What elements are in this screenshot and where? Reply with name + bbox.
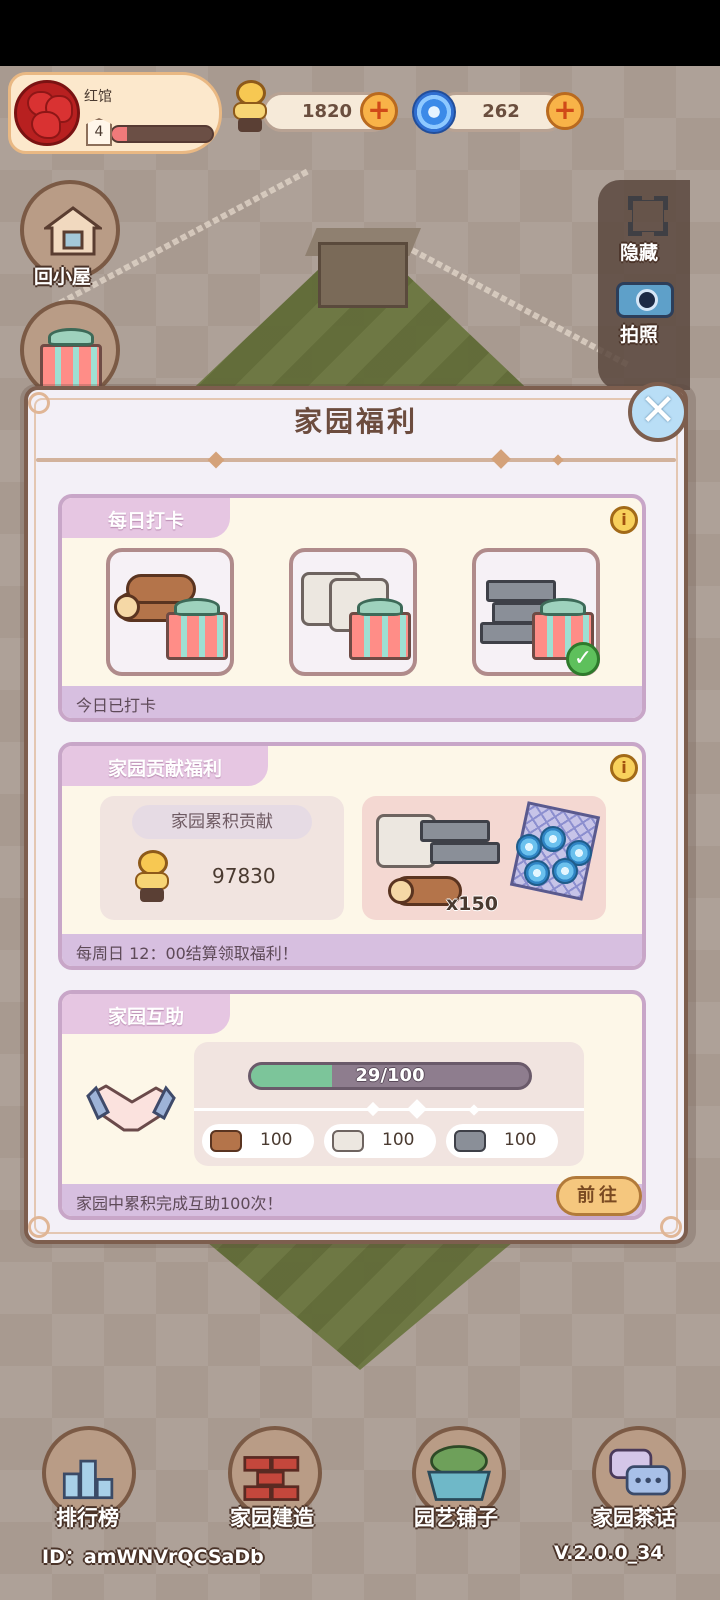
milestone-divider bbox=[194, 1108, 584, 1111]
contribution-info-button[interactable]: i bbox=[610, 754, 638, 782]
claimed-check-icon: ✓ bbox=[566, 642, 600, 676]
corner-ornament bbox=[660, 1216, 682, 1238]
nav-label-build[interactable]: 家园建造 bbox=[230, 1502, 314, 1532]
snail-coin-icon bbox=[230, 80, 270, 132]
daily-checkin-status: 今日已打卡 bbox=[62, 686, 642, 718]
daily-checkin-tab: 每日打卡 bbox=[62, 498, 231, 538]
handshake-icon bbox=[86, 1084, 176, 1132]
cloud-orb-icon bbox=[516, 834, 542, 860]
snail-coin-icon bbox=[132, 850, 172, 902]
add-swirl-gem-button[interactable]: + bbox=[546, 92, 584, 130]
reward-quantity: x150 bbox=[446, 893, 498, 915]
gift-bow-icon bbox=[540, 598, 586, 616]
contribution-value: 97830 bbox=[212, 864, 276, 888]
rose-avatar[interactable] bbox=[14, 80, 80, 146]
status-bar bbox=[0, 0, 720, 66]
app-version: V.2.0.0_34 bbox=[554, 1542, 664, 1564]
cloud-orb-icon bbox=[552, 858, 578, 884]
daily-reward-wood[interactable] bbox=[106, 548, 234, 676]
material-amount: 100 bbox=[260, 1130, 293, 1150]
swirl-gem-icon bbox=[412, 90, 456, 134]
contribution-label: 家园累积贡献 bbox=[132, 805, 312, 839]
daily-reward-cement[interactable] bbox=[289, 548, 417, 676]
close-button[interactable]: ✕ bbox=[628, 382, 688, 442]
hide-label[interactable]: 隐藏 bbox=[620, 238, 658, 265]
wood-icon bbox=[210, 1130, 242, 1152]
steel-icon bbox=[420, 820, 490, 842]
mutual-help-goal: 家园中累积完成互助100次！ bbox=[62, 1184, 642, 1216]
home-label: 回小屋 bbox=[34, 266, 92, 288]
gift-icon bbox=[166, 612, 228, 660]
add-snail-coin-button[interactable]: + bbox=[360, 92, 398, 130]
material-cement: 100 bbox=[324, 1124, 436, 1158]
nav-label-leaderboard[interactable]: 排行榜 bbox=[56, 1502, 119, 1532]
contribution-tab: 家园贡献福利 bbox=[62, 746, 269, 786]
go-button[interactable]: 前往 bbox=[556, 1176, 642, 1216]
gift-bow-icon bbox=[174, 598, 220, 616]
modal-title: 家园福利 bbox=[293, 405, 418, 438]
cloud-orb-icon bbox=[540, 826, 566, 852]
hide-icon[interactable] bbox=[628, 196, 668, 236]
photo-label[interactable]: 拍照 bbox=[620, 320, 658, 347]
level-progress-bar bbox=[110, 125, 214, 143]
mutual-help-tab: 家园互助 bbox=[62, 994, 231, 1034]
level-progress-fill bbox=[112, 127, 127, 141]
shed[interactable] bbox=[318, 242, 408, 308]
gift-bow-icon bbox=[357, 598, 403, 616]
material-amount: 100 bbox=[382, 1130, 415, 1150]
mutual-help-progress-text: 29/100 bbox=[355, 1065, 425, 1086]
daily-info-button[interactable]: i bbox=[610, 506, 638, 534]
steel-icon bbox=[454, 1130, 486, 1152]
nav-label-gardening-shop[interactable]: 园艺铺子 bbox=[414, 1502, 498, 1532]
house-icon bbox=[44, 206, 102, 256]
user-id: ID：amWNVrQCSaDb bbox=[42, 1546, 264, 1568]
material-wood: 100 bbox=[202, 1124, 314, 1158]
gift-icon bbox=[349, 612, 411, 660]
nav-label-tea-chat[interactable]: 家园茶话 bbox=[592, 1502, 676, 1532]
title-divider bbox=[36, 458, 676, 462]
cement-icon bbox=[332, 1130, 364, 1152]
gift-bow-icon bbox=[48, 328, 94, 346]
material-amount: 100 bbox=[504, 1130, 537, 1150]
corner-ornament bbox=[28, 1216, 50, 1238]
log-end-icon bbox=[388, 878, 414, 904]
cloud-orb-icon bbox=[524, 860, 550, 886]
contribution-settlement-note: 每周日 12：00结算领取福利！ bbox=[62, 934, 642, 966]
steel-icon bbox=[430, 842, 500, 864]
material-steel: 100 bbox=[446, 1124, 558, 1158]
profile-name: 红馆 bbox=[84, 89, 112, 105]
camera-icon[interactable] bbox=[616, 282, 674, 318]
